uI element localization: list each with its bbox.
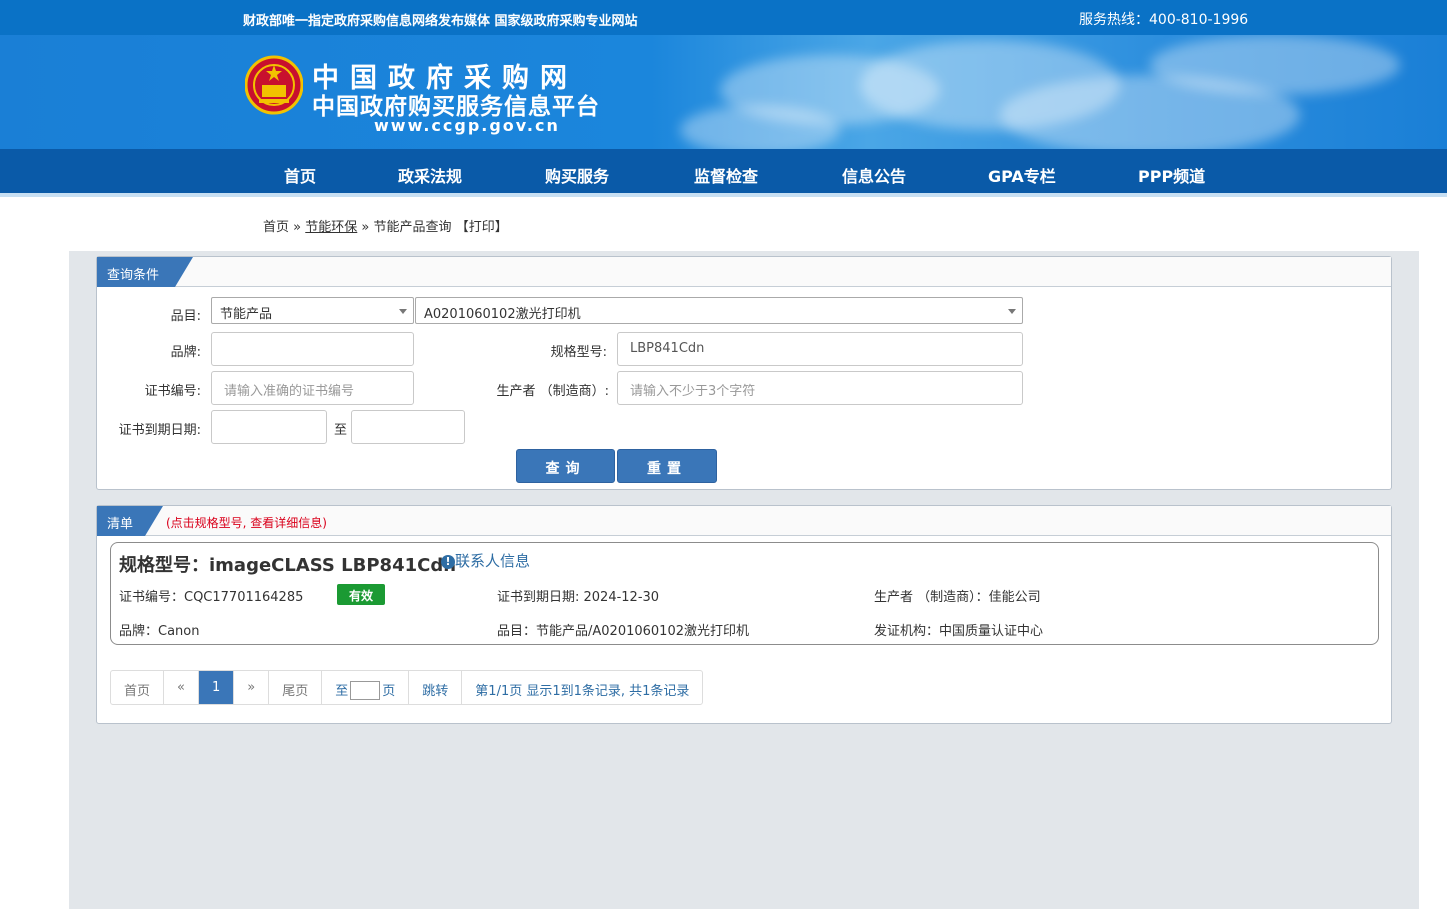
brand: 品牌：Canon <box>119 624 200 639</box>
info-icon: ! <box>441 555 455 569</box>
service-hotline: 服务热线：400-810-1996 <box>1079 12 1249 28</box>
page-goto-prefix: 至 <box>335 684 349 699</box>
nav-regulations[interactable]: 政采法规 <box>398 163 462 187</box>
chevron-down-icon <box>1008 309 1016 314</box>
reset-button[interactable]: 重置 <box>617 449 717 483</box>
query-tab: 查询条件 <box>97 257 193 287</box>
to-label: 至 <box>333 423 347 438</box>
maker-input[interactable]: 请输入不少于3个字符 <box>617 371 1023 405</box>
cert-label: 证书编号: <box>144 384 201 399</box>
page-jump-button[interactable]: 跳转 <box>409 671 463 704</box>
breadcrumb-home[interactable]: 首页 <box>263 220 289 235</box>
subcategory-select-value: A0201060102激光打印机 <box>424 307 581 322</box>
expiry-label: 证书到期日期: <box>118 423 201 438</box>
brand-input[interactable] <box>211 332 414 366</box>
query-panel: 查询条件 品目: 节能产品 A0201060102激光打印机 品牌: 规格型号:… <box>96 256 1392 490</box>
contact-info-label: 联系人信息 <box>455 552 531 570</box>
result-panel-header: 清单 (点击规格型号, 查看详细信息) <box>97 506 1391 536</box>
breadcrumb: 首页 » 节能环保 » 节能产品查询 【打印】 <box>263 216 508 235</box>
page-first[interactable]: 首页 <box>111 671 165 704</box>
manufacturer: 生产者 （制造商）：佳能公司 <box>874 590 1041 605</box>
expiry-end-input[interactable] <box>351 410 465 444</box>
brand-label: 品牌: <box>170 345 201 360</box>
cert-number: 证书编号：CQC17701164285 <box>119 590 304 605</box>
page-goto-suffix: 页 <box>382 684 396 699</box>
top-bar: 财政部唯一指定政府采购信息网络发布媒体 国家级政府采购专业网站 服务热线：400… <box>0 0 1447 35</box>
nav-supervision[interactable]: 监督检查 <box>694 163 758 187</box>
breadcrumb-sep: » <box>293 220 302 235</box>
page-current[interactable]: 1 <box>198 671 235 704</box>
page-goto: 至页 <box>322 671 410 704</box>
main-nav: 首页 政采法规 购买服务 监督检查 信息公告 GPA专栏 PPP频道 <box>0 149 1447 197</box>
page-last[interactable]: 尾页 <box>269 671 323 704</box>
nav-announcements[interactable]: 信息公告 <box>842 163 906 187</box>
pagination: 首页 « 1 » 尾页 至页 跳转 第1/1页 显示1到1条记录, 共1条记录 <box>110 670 704 705</box>
expiry-start-input[interactable] <box>211 410 327 444</box>
page-number-input[interactable] <box>350 681 381 700</box>
page-summary: 第1/1页 显示1到1条记录, 共1条记录 <box>475 684 690 699</box>
logo-url: www.ccgp.gov.cn <box>374 116 560 135</box>
chevron-down-icon <box>399 309 407 314</box>
nav-purchase-services[interactable]: 购买服务 <box>545 163 609 187</box>
print-link[interactable]: 【打印】 <box>456 220 508 235</box>
site-slogan: 财政部唯一指定政府采购信息网络发布媒体 国家级政府采购专业网站 <box>243 14 638 29</box>
contact-info-link[interactable]: ! 联系人信息 <box>441 550 530 571</box>
breadcrumb-current: 节能产品查询 <box>373 220 452 235</box>
search-button[interactable]: 查询 <box>516 449 615 483</box>
category-select-value: 节能产品 <box>220 307 273 322</box>
result-panel: 清单 (点击规格型号, 查看详细信息) 规格型号：imageCLASS LBP8… <box>96 505 1392 724</box>
status-badge: 有效 <box>337 584 385 605</box>
expiry-date: 证书到期日期: 2024-12-30 <box>497 590 660 605</box>
page-prev[interactable]: « <box>164 671 199 704</box>
issuer: 发证机构：中国质量认证中心 <box>874 624 1044 639</box>
model-title-link[interactable]: 规格型号：imageCLASS LBP841Cdn <box>119 551 456 577</box>
list-tab: 清单 <box>97 506 163 536</box>
model-input[interactable]: LBP841Cdn <box>617 332 1023 366</box>
subcategory-select[interactable]: A0201060102激光打印机 <box>415 297 1023 324</box>
category-select[interactable]: 节能产品 <box>211 297 414 324</box>
nav-ppp[interactable]: PPP频道 <box>1138 163 1205 187</box>
cert-input[interactable]: 请输入准确的证书编号 <box>211 371 414 405</box>
breadcrumb-sep: » <box>361 220 370 235</box>
breadcrumb-section[interactable]: 节能环保 <box>305 220 357 235</box>
model-label: 规格型号: <box>550 345 607 360</box>
maker-label: 生产者 （制造商）: <box>496 384 609 399</box>
page-next[interactable]: » <box>234 671 270 704</box>
category: 品目：节能产品/A0201060102激光打印机 <box>497 624 749 639</box>
national-emblem-icon <box>245 55 303 115</box>
header-banner <box>0 35 1447 149</box>
nav-gpa[interactable]: GPA专栏 <box>988 163 1056 187</box>
query-panel-header: 查询条件 <box>97 257 1391 287</box>
nav-home[interactable]: 首页 <box>284 163 316 187</box>
result-card: 规格型号：imageCLASS LBP841Cdn ! 联系人信息 证书编号：CQ… <box>110 542 1379 645</box>
list-hint: (点击规格型号, 查看详细信息) <box>166 516 327 530</box>
category-label: 品目: <box>170 309 201 324</box>
